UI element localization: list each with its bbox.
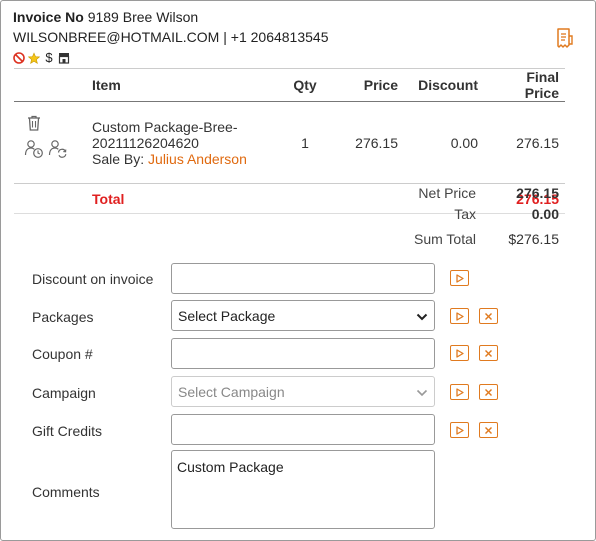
sale-by-name[interactable]: Julius Anderson [148,151,247,167]
comments-label: Comments [32,484,100,500]
chevron-down-icon [416,384,428,400]
packages-select[interactable]: Select Package [171,300,435,331]
header-item: Item [86,68,282,102]
sale-by-label: Sale By: [92,150,145,167]
apply-icon [455,423,464,438]
table-row: Custom Package-Bree- 20211126204620 Sale… [14,101,565,184]
coupon-label: Coupon # [32,346,93,362]
item-name-line2: 20211126204620 [92,134,199,151]
apply-icon [455,385,464,400]
row-final-price: 276.15 [484,101,565,184]
gift-credits-label: Gift Credits [32,423,103,439]
row-actions [14,101,86,184]
row-item: Custom Package-Bree- 20211126204620 Sale… [86,101,282,184]
store-icon [58,52,70,64]
no-sign-icon [13,52,25,64]
row-qty: 1 [282,101,328,184]
sale-by: Sale By: Julius Anderson [92,151,276,167]
apply-gift-credits-button[interactable] [450,422,469,438]
customer-name: Bree Wilson [122,9,199,25]
user-refresh-icon[interactable] [48,139,68,162]
tax-label: Tax [454,206,476,222]
header-actions [14,68,86,102]
remove-campaign-button[interactable] [479,384,498,400]
campaign-placeholder: Select Campaign [178,383,285,400]
header-qty: Qty [282,68,328,102]
trash-icon[interactable] [27,115,41,134]
invoice-no-label: Invoice No [13,9,84,25]
contact-separator: | [223,29,227,45]
tax-value: 0.00 [531,206,559,222]
apply-icon [455,309,464,324]
campaign-label: Campaign [32,385,96,401]
invoice-header: Invoice No 9189 Bree Wilson [13,9,198,25]
header-discount: Discount [404,68,484,102]
net-price-label: Net Price [418,185,476,201]
net-price-value: 276.15 [516,185,559,201]
campaign-select[interactable]: Select Campaign [171,376,435,407]
chevron-down-icon [416,308,428,324]
header-final-price: Final Price [484,68,565,102]
coupon-input[interactable] [171,338,435,369]
row-price: 276.15 [328,101,404,184]
remove-icon [484,346,493,361]
remove-package-button[interactable] [479,308,498,324]
remove-coupon-button[interactable] [479,345,498,361]
packages-selected-value: Select Package [178,307,276,324]
gift-credits-input[interactable] [171,414,435,445]
header-price: Price [328,68,404,102]
sum-total-value: $276.15 [508,231,559,247]
currency-badge: $ [45,50,53,65]
star-icon [28,51,40,64]
comments-textarea[interactable]: Custom Package [171,450,435,529]
item-name-line1: Custom Package-Bree- [92,118,238,135]
customer-contact: WILSONBREE@HOTMAIL.COM | +1 2064813545 [13,29,328,45]
customer-email: WILSONBREE@HOTMAIL.COM [13,29,220,45]
remove-icon [484,423,493,438]
receipt-icon[interactable] [556,28,574,48]
discount-input[interactable] [171,263,435,294]
discount-label: Discount on invoice [32,271,154,287]
apply-package-button[interactable] [450,308,469,324]
table-header-row: Item Qty Price Discount Final Price [14,68,565,102]
apply-icon [455,346,464,361]
user-clock-icon[interactable] [24,139,44,162]
apply-discount-button[interactable] [450,270,469,286]
packages-label: Packages [32,309,94,325]
apply-icon [455,271,464,286]
apply-coupon-button[interactable] [450,345,469,361]
customer-phone: +1 2064813545 [230,29,329,45]
invoice-number: 9189 [87,9,119,25]
row-discount: 0.00 [404,101,484,184]
remove-gift-credits-button[interactable] [479,422,498,438]
remove-icon [484,385,493,400]
apply-campaign-button[interactable] [450,384,469,400]
sum-total-label: Sum Total [414,231,476,247]
remove-icon [484,309,493,324]
total-label: Total [86,183,282,214]
customer-badges: $ [13,51,70,65]
